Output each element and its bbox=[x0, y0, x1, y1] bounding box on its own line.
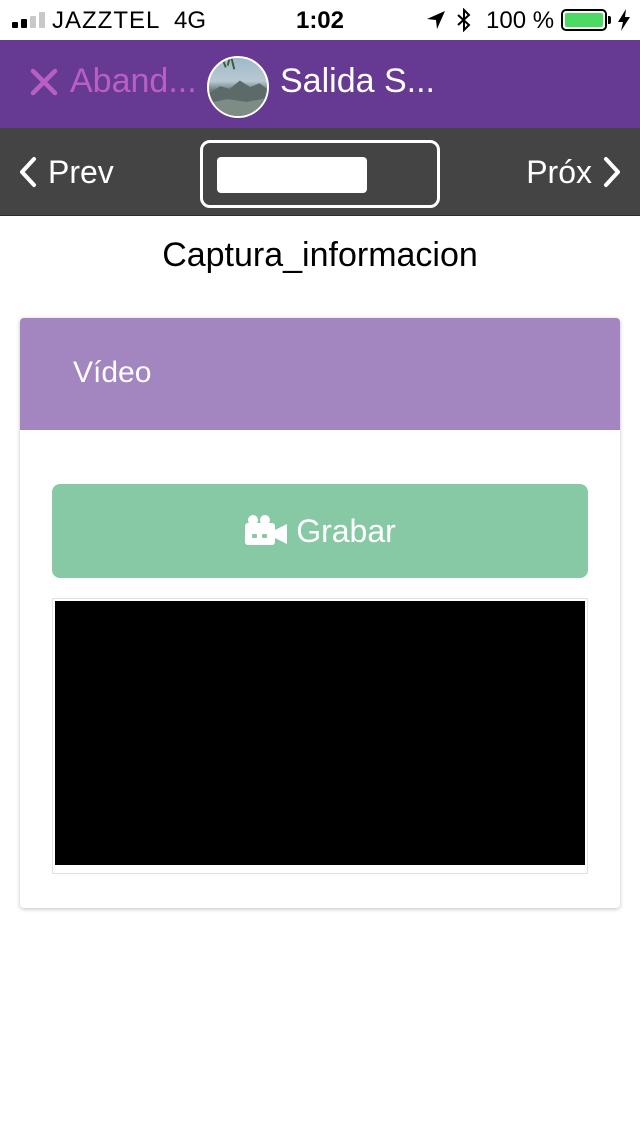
page-selector-value bbox=[217, 157, 367, 193]
battery-tip bbox=[608, 16, 611, 24]
video-question-card: Vídeo Grabar bbox=[20, 318, 620, 908]
page-navigation-bar: Prev Próx bbox=[0, 128, 640, 216]
video-frame bbox=[52, 598, 588, 874]
chevron-left-icon bbox=[20, 157, 36, 187]
next-label: Próx bbox=[526, 153, 592, 190]
battery-icon bbox=[561, 9, 607, 31]
prev-label: Prev bbox=[48, 153, 114, 190]
battery-percentage: 100 % bbox=[486, 7, 555, 34]
record-label: Grabar bbox=[296, 512, 396, 549]
bluetooth-icon bbox=[457, 8, 471, 32]
card-header: Vídeo bbox=[20, 318, 620, 430]
survey-avatar bbox=[207, 56, 269, 118]
survey-title: Salida S... bbox=[280, 62, 435, 100]
status-bar: JAZZTEL 4G 1:02 100 % bbox=[0, 0, 640, 40]
page-title: Captura_informacion bbox=[162, 236, 478, 274]
page-selector[interactable] bbox=[200, 140, 440, 208]
video-player[interactable] bbox=[55, 601, 585, 865]
prev-button[interactable]: Prev bbox=[18, 152, 114, 192]
charging-bolt-icon bbox=[618, 9, 630, 31]
record-video-button[interactable]: Grabar bbox=[52, 484, 588, 578]
card-title: Vídeo bbox=[73, 356, 152, 389]
chevron-right-icon bbox=[604, 157, 620, 187]
abandon-button[interactable]: Aband... bbox=[70, 62, 197, 101]
app-header: Aband... Salida S... bbox=[0, 40, 640, 128]
close-icon[interactable] bbox=[30, 68, 58, 96]
location-arrow-icon bbox=[427, 11, 445, 29]
next-button[interactable]: Próx bbox=[526, 152, 622, 192]
video-camera-icon bbox=[245, 515, 288, 545]
